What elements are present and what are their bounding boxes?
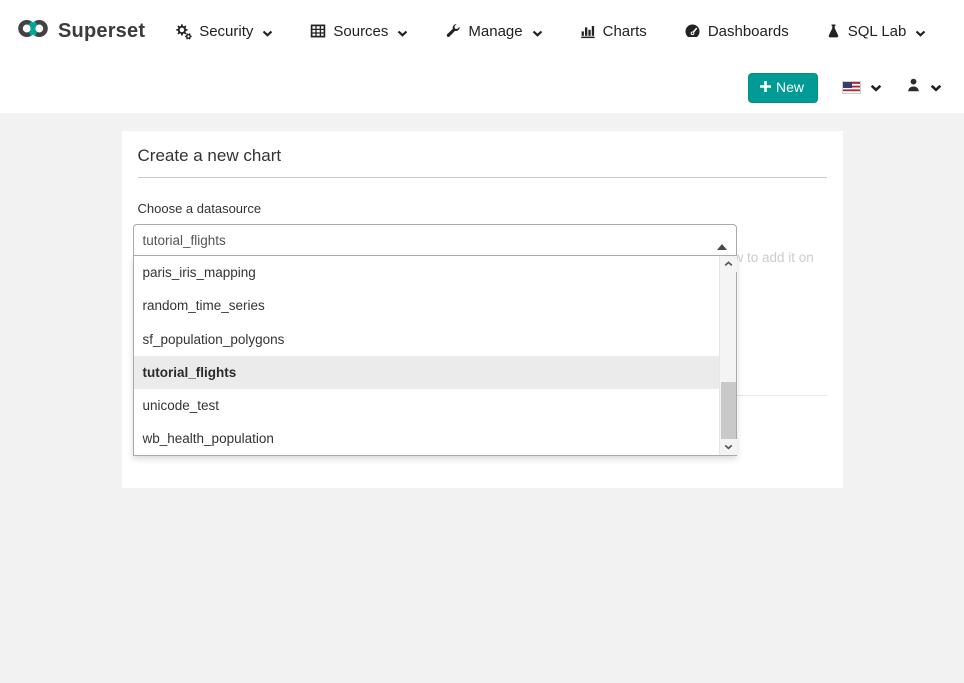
dropdown-option[interactable]: paris_iris_mapping	[134, 256, 719, 289]
chevron-down-icon	[262, 24, 273, 41]
obscured-help-text: w to add it on	[734, 250, 814, 265]
wrench-icon	[445, 23, 461, 39]
nav-item-label: Security	[199, 23, 253, 40]
dashboard-icon	[684, 23, 701, 40]
nav-item-label: SQL Lab	[848, 23, 907, 40]
nav-item-security[interactable]: Security	[175, 21, 273, 41]
language-menu-toggle[interactable]	[842, 79, 882, 97]
nav-item-manage[interactable]: Manage	[445, 21, 542, 41]
nav-item-sources[interactable]: Sources	[310, 21, 408, 41]
bar-chart-icon	[580, 23, 596, 39]
dropdown-option[interactable]: sf_population_polygons	[134, 323, 719, 356]
page-title: Create a new chart	[138, 146, 827, 178]
chevron-down-icon	[397, 24, 408, 41]
datasource-select[interactable]: tutorial_flights	[133, 224, 737, 256]
nav-menu: Security Sources	[175, 21, 926, 41]
chevron-down-icon	[870, 79, 882, 97]
us-flag-icon	[842, 81, 861, 94]
nav-item-label: Charts	[603, 23, 647, 40]
nav-item-label: Manage	[468, 23, 522, 40]
nav-item-sql-lab[interactable]: SQL Lab	[826, 21, 927, 41]
divider	[737, 395, 828, 396]
dropdown-option[interactable]: random_time_series	[134, 289, 719, 322]
user-icon	[906, 77, 921, 98]
plus-icon	[760, 79, 771, 95]
table-icon	[310, 23, 326, 39]
caret-up-icon	[717, 238, 727, 253]
flask-icon	[826, 23, 841, 39]
dropdown-option[interactable]: unicode_test	[134, 389, 719, 422]
superset-logo[interactable]: Superset	[16, 16, 145, 46]
navbar: Superset Security	[0, 0, 964, 113]
datasource-label: Choose a datasource	[138, 201, 827, 216]
scrollbar-thumb[interactable]	[721, 382, 736, 439]
navbar-secondary-row: New	[0, 62, 964, 113]
datasource-select-widget: tutorial_flights paris_iris_mapping rand…	[133, 224, 737, 256]
scroll-up-icon[interactable]	[720, 256, 737, 272]
navbar-main-row: Superset Security	[0, 0, 964, 62]
nav-item-label: Dashboards	[708, 23, 789, 40]
chevron-down-icon	[930, 79, 942, 97]
dropdown-option-selected[interactable]: tutorial_flights	[134, 356, 719, 389]
dropdown-scrollbar[interactable]	[719, 256, 736, 455]
datasource-select-value: tutorial_flights	[143, 233, 226, 248]
new-button-label: New	[776, 79, 804, 95]
datasource-dropdown-menu: paris_iris_mapping random_time_series sf…	[133, 256, 737, 456]
brand-name: Superset	[58, 20, 145, 43]
nav-item-label: Sources	[333, 23, 388, 40]
new-button[interactable]: New	[748, 73, 818, 103]
nav-item-charts[interactable]: Charts	[580, 23, 647, 40]
dropdown-option[interactable]: wb_health_population	[134, 422, 719, 455]
chevron-down-icon	[532, 24, 543, 41]
cogs-icon	[175, 23, 192, 40]
scroll-down-icon[interactable]	[720, 439, 737, 455]
user-menu-toggle[interactable]	[906, 77, 942, 98]
nav-item-dashboards[interactable]: Dashboards	[684, 23, 789, 40]
create-chart-panel: Create a new chart Choose a datasource t…	[122, 131, 843, 488]
infinity-logo-icon	[16, 16, 50, 46]
chevron-down-icon	[915, 24, 926, 41]
